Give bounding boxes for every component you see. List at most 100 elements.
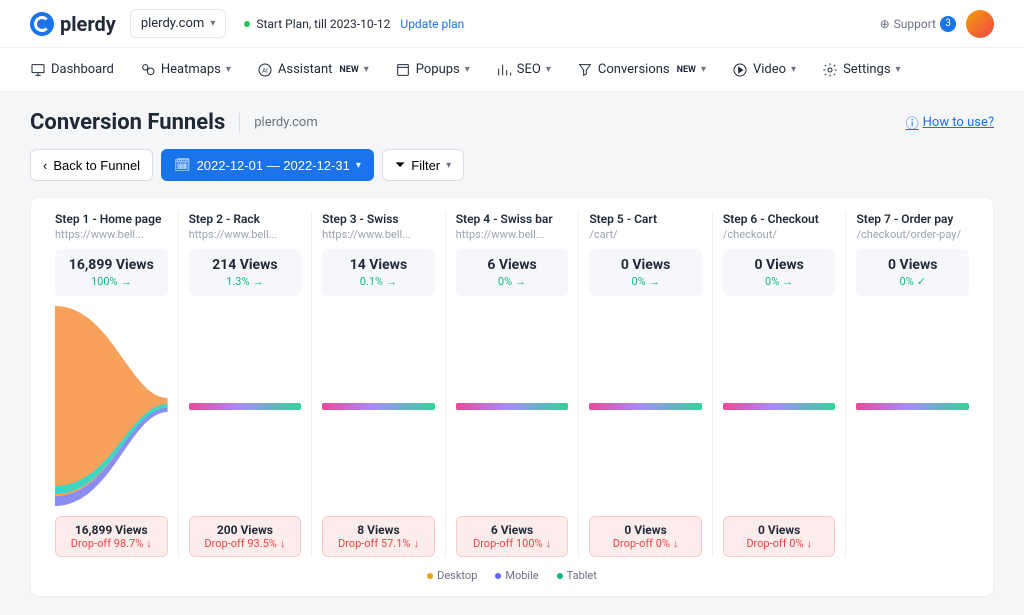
funnel-flow-bar	[723, 403, 836, 410]
dropoff-pct: Drop-off 0%↓	[730, 537, 829, 550]
funnel-flow-chart	[55, 306, 168, 506]
support-link[interactable]: ⊕ Support 3	[880, 16, 956, 32]
arrow-right-icon: →	[649, 275, 660, 288]
step-url: https://www.bell...	[322, 228, 435, 241]
views-box: 0 Views0%→	[723, 249, 836, 296]
gear-icon	[822, 62, 838, 78]
nav-popups[interactable]: Popups ▾	[395, 62, 470, 78]
dropoff-views: 200 Views	[196, 523, 295, 537]
brand-name: plerdy	[60, 12, 116, 36]
update-plan-link[interactable]: Update plan	[400, 17, 464, 31]
arrow-right-icon: →	[782, 275, 793, 288]
nav-label: Popups	[416, 62, 460, 77]
dropoff-views: 0 Views	[730, 523, 829, 537]
views-count: 6 Views	[462, 257, 563, 273]
nav-label: SEO	[517, 62, 541, 77]
arrow-right-icon: →	[121, 275, 132, 288]
daterange-button[interactable]: 🗓 2022-12-01 — 2022-12-31 ▾	[161, 149, 374, 181]
arrow-down-icon: ↓	[673, 537, 679, 550]
site-selector-label: plerdy.com	[141, 16, 205, 31]
nav-seo[interactable]: SEO ▾	[496, 62, 551, 78]
filter-icon: ⏷	[395, 157, 405, 173]
dropoff-pct: Drop-off 0%↓	[596, 537, 695, 550]
dropoff-box: 8 ViewsDrop-off 57.1%↓	[322, 516, 435, 557]
views-count: 214 Views	[195, 257, 296, 273]
nav-label: Dashboard	[51, 62, 114, 77]
views-box: 0 Views 0%✓	[856, 249, 969, 296]
arrow-down-icon: ↓	[807, 537, 813, 550]
funnel-step: Step 2 - Rackhttps://www.bell...214 View…	[179, 212, 313, 557]
views-pct: 0%→	[595, 275, 696, 288]
chevron-down-icon: ▾	[446, 160, 451, 171]
flow-area	[723, 306, 836, 506]
funnel-flow-bar	[856, 403, 969, 410]
nav-dashboard[interactable]: Dashboard	[30, 62, 114, 78]
funnel-step: Step 4 - Swiss bar https://www.bell... 6 V…	[446, 212, 580, 557]
chevron-down-icon: ▾	[226, 64, 231, 75]
how-to-label: How to use?	[923, 115, 994, 130]
nav-settings[interactable]: Settings ▾	[822, 62, 901, 78]
avatar[interactable]	[966, 10, 994, 38]
dropoff-box: 200 ViewsDrop-off 93.5%↓	[189, 516, 302, 557]
support-label: Support	[894, 17, 936, 31]
step-url: https://www.bell...	[55, 228, 168, 241]
nav-video[interactable]: Video ▾	[732, 62, 796, 78]
arrow-right-icon: →	[515, 275, 526, 288]
back-label: Back to Funnel	[53, 158, 140, 173]
chevron-down-icon: ▾	[701, 64, 706, 75]
seo-icon	[496, 62, 512, 78]
flow-area	[456, 306, 569, 506]
dropoff-box: 0 ViewsDrop-off 0%↓	[723, 516, 836, 557]
new-badge: NEW	[677, 65, 696, 75]
chevron-down-icon: ▾	[356, 160, 361, 171]
step-title: Step 4 - Swiss bar	[456, 212, 569, 226]
chevron-down-icon: ▾	[546, 64, 551, 75]
funnel-step: Step 1 - Home pagehttps://www.bell...16,…	[45, 212, 179, 557]
step-url: https://www.bell...	[456, 228, 569, 241]
nav-assistant[interactable]: AI Assistant NEW ▾	[257, 62, 369, 78]
dropoff-pct: Drop-off 57.1%↓	[329, 537, 428, 550]
flow-area	[55, 306, 168, 506]
views-pct: 1.3%→	[195, 275, 296, 288]
chevron-left-icon: ‹	[43, 158, 47, 173]
svg-text:AI: AI	[262, 67, 268, 74]
dropoff-pct: Drop-off 93.5%↓	[196, 537, 295, 550]
chevron-down-icon: ▾	[364, 64, 369, 75]
logo[interactable]: plerdy	[30, 12, 116, 36]
step-title: Step 3 - Swiss	[322, 212, 435, 226]
legend-mobile: Mobile	[495, 569, 538, 582]
calendar-icon: 🗓	[174, 157, 191, 173]
back-button[interactable]: ‹ Back to Funnel	[30, 149, 153, 181]
legend-desktop: Desktop	[427, 569, 477, 582]
filter-button[interactable]: ⏷ Filter ▾	[382, 149, 464, 181]
dropoff-views: 16,899 Views	[62, 523, 161, 537]
nav-heatmaps[interactable]: Heatmaps ▾	[140, 62, 231, 78]
steps-container: Step 1 - Home pagehttps://www.bell...16,…	[45, 212, 979, 557]
site-selector[interactable]: plerdy.com ▾	[130, 9, 227, 38]
logo-icon	[30, 12, 54, 36]
step-url: https://www.bell...	[189, 228, 302, 241]
step-url: /checkout/	[723, 228, 836, 241]
views-count: 0 Views	[729, 257, 830, 273]
popup-icon	[395, 62, 411, 78]
support-icon: ⊕	[880, 17, 890, 31]
views-count: 0 Views	[862, 257, 963, 273]
views-box: 214 Views 1.3%→	[189, 249, 302, 296]
funnel-card: Step 1 - Home pagehttps://www.bell...16,…	[30, 197, 994, 597]
new-badge: NEW	[339, 65, 358, 75]
flow-area	[189, 306, 302, 506]
support-badge: 3	[940, 16, 956, 32]
dropoff-views: 8 Views	[329, 523, 428, 537]
views-pct: 0%✓	[862, 275, 963, 288]
step-url: /checkout/order-pay/	[856, 228, 969, 241]
page-domain: plerdy.com	[254, 115, 318, 130]
heatmap-icon	[140, 62, 156, 78]
plan-text: Start Plan, till 2023-10-12	[256, 17, 390, 31]
funnel-icon	[577, 62, 593, 78]
nav-conversions[interactable]: Conversions NEW ▾	[577, 62, 706, 78]
step-title: Step 6 - Checkout	[723, 212, 836, 226]
views-box: 0 Views0%→	[589, 249, 702, 296]
how-to-link[interactable]: ⓘ How to use?	[906, 113, 994, 132]
funnel-step: Step 5 - Cart/cart/0 Views0%→0 ViewsDrop…	[579, 212, 713, 557]
page-title: Conversion Funnels	[30, 110, 225, 135]
